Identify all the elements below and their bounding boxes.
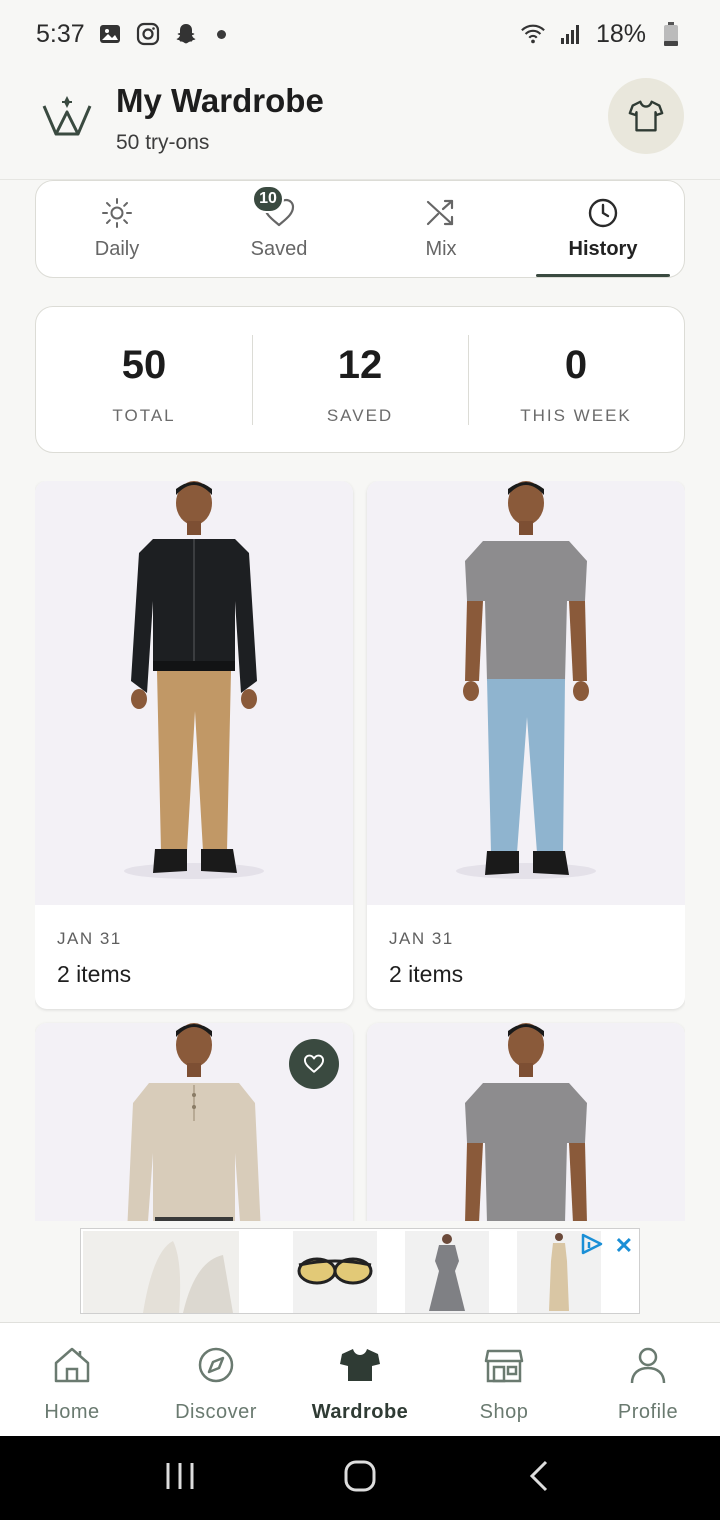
tab-saved-label: Saved	[250, 238, 308, 260]
stat-saved-value: 12	[337, 343, 383, 387]
recents-icon	[166, 1462, 194, 1489]
page-title: My Wardrobe	[116, 82, 324, 119]
adchoices-icon[interactable]	[579, 1232, 605, 1261]
close-icon[interactable]: ✕	[615, 1233, 633, 1259]
nav-home[interactable]: Home	[0, 1323, 144, 1436]
battery-percent: 18%	[595, 19, 646, 48]
try-on-card[interactable]	[367, 1023, 685, 1221]
outfit-image	[35, 481, 353, 905]
card-date: JAN 31	[389, 929, 454, 948]
clock-icon	[588, 198, 618, 228]
nav-profile[interactable]: Profile	[576, 1323, 720, 1436]
tshirt-icon	[628, 100, 664, 132]
outfit-button[interactable]	[608, 78, 684, 154]
status-bar: 5:37 18%	[0, 0, 720, 68]
status-right: 18%	[520, 20, 684, 49]
saved-favorite-button[interactable]	[289, 1039, 339, 1089]
heart-icon	[303, 1054, 325, 1073]
bottom-navigation: Home Discover Wardrobe Shop Profile	[0, 1322, 720, 1436]
tab-mix[interactable]: Mix	[360, 181, 522, 277]
nav-home-label: Home	[44, 1401, 100, 1423]
card-item-count: 2 items	[389, 961, 464, 987]
stat-saved: 12 SAVED	[252, 307, 468, 452]
wardrobe-tabs: Daily Saved Mix History	[35, 180, 685, 278]
nav-shop[interactable]: Shop	[432, 1323, 576, 1436]
home-icon	[54, 1347, 90, 1383]
outfit-image	[367, 1023, 685, 1221]
sun-icon	[102, 198, 132, 228]
gallery-icon	[97, 21, 123, 47]
tshirt-icon	[340, 1349, 380, 1381]
home-system-button[interactable]	[342, 1458, 378, 1499]
ad-image-landscape	[83, 1231, 239, 1313]
page-subtitle: 50 try-ons	[116, 131, 210, 154]
status-time: 5:37	[36, 19, 85, 48]
ad-banner[interactable]: ✕	[80, 1228, 640, 1314]
nav-profile-label: Profile	[617, 1401, 679, 1423]
nav-wardrobe-label: Wardrobe	[311, 1401, 409, 1423]
nav-discover[interactable]: Discover	[144, 1323, 288, 1436]
app-header: My Wardrobe 50 try-ons	[0, 68, 720, 180]
card-item-count: 2 items	[57, 961, 132, 987]
stat-this-week-label: THIS WEEK	[520, 406, 632, 425]
tab-history[interactable]: History	[522, 181, 684, 277]
person-icon	[630, 1347, 666, 1384]
recent-apps-button[interactable]	[162, 1458, 198, 1499]
nav-discover-label: Discover	[175, 1401, 257, 1423]
tab-daily-label: Daily	[94, 238, 140, 260]
shuffle-icon	[426, 199, 454, 226]
stat-this-week-value: 0	[564, 343, 588, 387]
back-icon	[529, 1460, 548, 1491]
snapchat-icon	[173, 21, 199, 47]
instagram-icon	[135, 21, 161, 47]
tab-mix-label: Mix	[425, 238, 457, 260]
compass-icon	[198, 1347, 234, 1383]
saved-count-badge: 10	[252, 185, 284, 213]
card-meta: JAN 31 2 items	[35, 905, 353, 1009]
stats-card: 50 TOTAL 12 SAVED 0 THIS WEEK	[35, 306, 685, 453]
signal-icon	[558, 21, 584, 47]
crown-logo-icon	[40, 92, 94, 142]
card-meta: JAN 31 2 items	[367, 905, 685, 1009]
ad-image-dress-grey	[405, 1231, 489, 1313]
stat-total-value: 50	[121, 343, 167, 387]
system-navigation-bar	[0, 1436, 720, 1520]
stat-total-label: TOTAL	[112, 406, 176, 425]
home-square-icon	[344, 1460, 376, 1491]
back-button[interactable]	[522, 1458, 558, 1499]
stat-this-week: 0 THIS WEEK	[468, 307, 684, 452]
status-left: 5:37	[36, 20, 226, 49]
store-icon	[484, 1349, 524, 1383]
try-on-card[interactable]	[35, 1023, 353, 1221]
dot-icon	[216, 29, 226, 39]
nav-wardrobe[interactable]: Wardrobe	[288, 1323, 432, 1436]
outfit-image	[35, 1023, 353, 1221]
battery-icon	[658, 21, 684, 47]
try-on-grid: JAN 31 2 items JAN 31 2 items	[35, 481, 685, 1221]
try-on-card[interactable]: JAN 31 2 items	[367, 481, 685, 1009]
ad-image-sunglasses	[293, 1231, 377, 1313]
nav-shop-label: Shop	[479, 1401, 529, 1423]
card-date: JAN 31	[57, 929, 122, 948]
tab-daily[interactable]: Daily	[36, 181, 198, 277]
stat-total: 50 TOTAL	[36, 307, 252, 452]
stat-saved-label: SAVED	[326, 406, 394, 425]
tab-history-label: History	[568, 238, 638, 260]
wifi-icon	[520, 21, 546, 47]
outfit-image	[367, 481, 685, 905]
try-on-card[interactable]: JAN 31 2 items	[35, 481, 353, 1009]
